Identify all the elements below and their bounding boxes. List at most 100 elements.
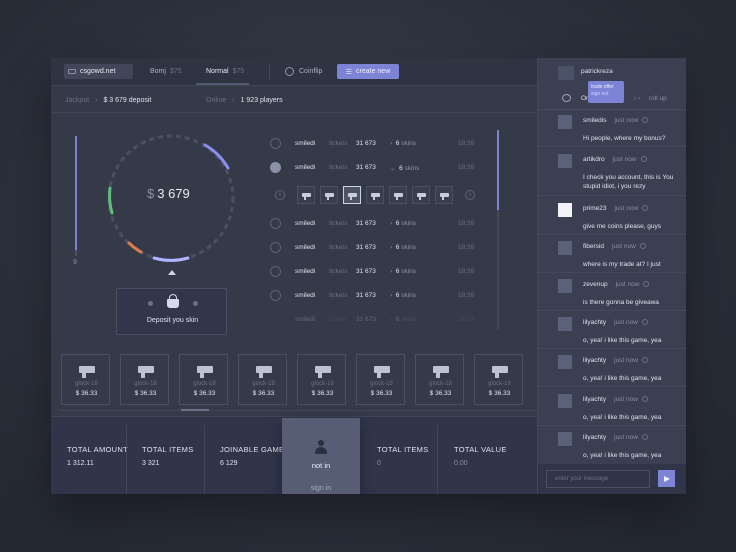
deposit-time: 18:39: [458, 140, 475, 147]
message-user[interactable]: lilyachty: [583, 396, 606, 403]
inventory-item[interactable]: glock-18 $ 36.33: [474, 354, 523, 405]
avatar[interactable]: [558, 115, 572, 129]
skin-tile-selected[interactable]: [343, 186, 361, 204]
skin-tile[interactable]: [389, 186, 407, 204]
chat-input-bar: [538, 464, 686, 494]
player-row-selected[interactable]: smiledi tickets 31 673 ⌄ 6 skins 18:39: [270, 162, 505, 174]
pistol-icon: [347, 193, 357, 200]
player-row[interactable]: smiledi tickets 31 673 › 6 skins 18:39: [270, 242, 505, 254]
inventory-scrollbar[interactable]: [59, 410, 537, 411]
double-chevron-icon[interactable]: › ›: [634, 95, 640, 102]
skin-tile[interactable]: [412, 186, 430, 204]
radio-button[interactable]: [270, 242, 281, 253]
pistol-icon: [492, 366, 508, 378]
chat-message: zevenup just now is there gonna be giveawa: [558, 279, 683, 313]
message-user[interactable]: artikdro: [583, 156, 605, 163]
inventory-item[interactable]: glock-18 $ 36.33: [415, 354, 464, 405]
stat-value: 0: [377, 460, 381, 467]
currency-symbol: $: [147, 186, 155, 201]
inventory-item[interactable]: glock-18 $ 36.33: [238, 354, 287, 405]
avatar[interactable]: [558, 355, 572, 369]
divider: [437, 425, 438, 494]
coinflip-icon: [285, 67, 294, 76]
avatar[interactable]: [558, 203, 572, 217]
avatar[interactable]: [558, 432, 572, 446]
inventory-item[interactable]: glock-18 $ 36.33: [179, 354, 228, 405]
radio-button[interactable]: [270, 162, 281, 173]
clock-icon: [643, 281, 650, 287]
clock-icon: [642, 117, 649, 123]
stat-value: 6 129: [220, 460, 238, 467]
radio-button[interactable]: [270, 266, 281, 277]
sign-in-link[interactable]: sign in: [282, 485, 360, 492]
controller-icon: ☰: [345, 68, 353, 76]
inventory-item[interactable]: glock-18 $ 36.33: [356, 354, 405, 405]
trade-offer-link[interactable]: trade offer: [591, 84, 621, 91]
inventory-item[interactable]: glock-18 $ 36.33: [297, 354, 346, 405]
sign-out-link[interactable]: sign out: [591, 91, 621, 98]
skin-tile[interactable]: [297, 186, 315, 204]
send-button[interactable]: [658, 470, 675, 487]
mode-normal[interactable]: Normal $75: [206, 68, 244, 75]
player-row[interactable]: smiledi tickets 31 673 › 6 skins 18:39: [270, 290, 505, 302]
avatar[interactable]: [558, 279, 572, 293]
message-header: lilyachty just now: [583, 434, 648, 441]
skin-tile[interactable]: [320, 186, 338, 204]
skins-number: 6: [395, 244, 400, 251]
avatar[interactable]: [558, 154, 572, 168]
player-skins-strip: ‹ ›: [275, 186, 475, 204]
chat-username[interactable]: patrickreza: [581, 68, 613, 75]
players-scroll-thumb[interactable]: [497, 130, 499, 210]
avatar[interactable]: [558, 394, 572, 408]
avatar[interactable]: [558, 66, 574, 80]
stat-total-items: TOTAL ITEMS 3 321: [142, 445, 194, 467]
player-row-faded[interactable]: smiledi tickets 31 673 › 6 skins 18:39: [270, 314, 505, 326]
site-logo[interactable]: csgowd.net: [64, 64, 133, 79]
divider: [126, 425, 127, 494]
skins-number: 6: [395, 316, 400, 323]
message-text: o, yea! i like this game, yea: [583, 414, 662, 421]
pistol-icon: [138, 366, 154, 378]
radio-button[interactable]: [270, 290, 281, 301]
message-user[interactable]: smiledis: [583, 117, 606, 124]
create-new-button[interactable]: ☰ create new: [337, 64, 399, 79]
inventory-item[interactable]: glock-18 $ 36.33: [61, 354, 110, 405]
divider: [538, 386, 686, 387]
online-label: Online: [206, 97, 227, 104]
skin-tile[interactable]: [435, 186, 453, 204]
message-user[interactable]: zevenup: [583, 281, 608, 288]
sign-in-card[interactable]: not in sign in: [282, 418, 360, 494]
player-row[interactable]: smiledi tickets 31 673 › 6 skins 18:39: [270, 218, 505, 230]
next-arrow-icon[interactable]: ›: [465, 190, 475, 200]
message-user[interactable]: lilyachty: [583, 434, 606, 441]
avatar[interactable]: [558, 317, 572, 331]
skins-label: skins: [401, 244, 417, 251]
coinflip-link[interactable]: Coinflip: [299, 68, 322, 75]
prev-arrow-icon[interactable]: ‹: [275, 190, 285, 200]
player-row[interactable]: smiledi tickets 31 673 › 6 skins 18:39: [270, 266, 505, 278]
message-user[interactable]: prime23: [583, 205, 606, 212]
roll-up-link[interactable]: roll up: [649, 95, 667, 102]
message-user[interactable]: lilyachty: [583, 319, 606, 326]
radio-button[interactable]: [270, 218, 281, 229]
radio-button[interactable]: [270, 138, 281, 149]
inventory-item[interactable]: glock-18 $ 36.33: [120, 354, 169, 405]
chat-message-input[interactable]: [546, 470, 650, 488]
tickets-count: 31 673: [356, 220, 376, 227]
message-user[interactable]: lilyachty: [583, 357, 606, 364]
player-row[interactable]: smiledi tickets 31 673 › 6 skins 18:39: [270, 138, 505, 150]
message-user[interactable]: fibersid: [583, 243, 604, 250]
tickets-count: 31 673: [356, 268, 376, 275]
skin-tile[interactable]: [366, 186, 384, 204]
message-time: just now: [614, 434, 638, 441]
avatar[interactable]: [558, 241, 572, 255]
skins-count: ⌄ 6 skins: [390, 165, 420, 172]
message-text: o, yea! i like this game, yea: [583, 337, 662, 344]
divider: [538, 272, 686, 273]
item-price: $ 36.33: [488, 390, 511, 397]
tickets-label: tickets: [329, 292, 348, 299]
inventory-scroll-thumb[interactable]: [181, 409, 209, 411]
mode-bomj[interactable]: Bomj $75: [150, 68, 182, 75]
deposit-skin-button[interactable]: Deposit you skin: [116, 288, 227, 335]
mode-normal-value: $75: [232, 68, 245, 75]
